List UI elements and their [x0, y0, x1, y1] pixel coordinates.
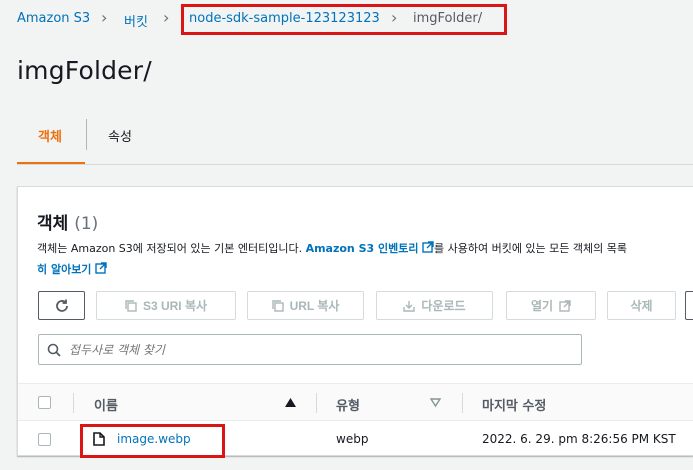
- column-header-type[interactable]: 유형: [336, 395, 360, 414]
- tab-bar: 객체 속성: [17, 119, 693, 165]
- chevron-right-icon: ›: [101, 8, 108, 27]
- refresh-button[interactable]: [38, 291, 85, 320]
- delete-button[interactable]: 삭제: [607, 291, 676, 320]
- copy-icon: [125, 299, 137, 312]
- copy-s3-uri-button[interactable]: S3 URI 복사: [96, 291, 236, 320]
- objects-count: (1): [74, 214, 99, 234]
- chevron-right-icon: ›: [391, 8, 398, 27]
- breadcrumb-buckets[interactable]: 버킷: [124, 11, 148, 30]
- select-all-checkbox[interactable]: [38, 396, 51, 409]
- copy-icon: [271, 299, 284, 312]
- column-divider: [316, 393, 317, 413]
- column-header-name[interactable]: 이름: [94, 395, 118, 414]
- objects-heading: 객체 (1): [37, 209, 98, 234]
- delete-label: 삭제: [630, 299, 653, 313]
- object-last-modified: 2022. 6. 29. pm 8:26:56 PM KST: [482, 432, 676, 446]
- download-label: 다운로드: [421, 299, 466, 313]
- objects-panel: 객체 (1) 객체는 Amazon S3에 저장되어 있는 기본 엔터티입니다.…: [17, 186, 693, 458]
- learn-more-link[interactable]: 히 알아보기: [37, 263, 91, 276]
- breadcrumb-current: imgFolder/: [413, 11, 483, 26]
- download-button[interactable]: 다운로드: [376, 291, 493, 320]
- table-header: 이름 유형 마지막 수정: [18, 383, 693, 421]
- refresh-icon: [55, 299, 68, 312]
- table-row: image.webp webp 2022. 6. 29. pm 8:26:56 …: [18, 421, 693, 458]
- external-link-icon: [559, 299, 571, 312]
- column-divider: [462, 393, 463, 413]
- objects-description-line2: 히 알아보기: [37, 262, 107, 278]
- row-checkbox[interactable]: [38, 433, 51, 446]
- chevron-right-icon: ›: [163, 8, 170, 27]
- file-icon: [93, 432, 105, 446]
- tab-bar-border: [17, 164, 693, 165]
- inventory-link[interactable]: Amazon S3 인벤토리: [306, 242, 419, 255]
- more-actions-button[interactable]: [685, 291, 693, 320]
- sort-icon[interactable]: [430, 398, 441, 407]
- description-suffix: 를 사용하여 버킷에 있는 모든 객체의 목록: [433, 242, 628, 255]
- objects-description: 객체는 Amazon S3에 저장되어 있는 기본 엔터티입니다. Amazon…: [37, 241, 627, 257]
- tab-divider: [86, 119, 87, 150]
- search-box: [38, 334, 582, 365]
- column-divider: [73, 393, 74, 413]
- copy-s3-uri-label: S3 URI 복사: [142, 299, 208, 313]
- external-link-icon[interactable]: [95, 262, 107, 274]
- tab-properties[interactable]: 속성: [108, 126, 132, 145]
- breadcrumb-bucket-name[interactable]: node-sdk-sample-123123123: [189, 11, 380, 26]
- sort-ascending-icon[interactable]: [285, 398, 296, 407]
- search-input[interactable]: [69, 342, 549, 357]
- description-prefix: 객체는 Amazon S3에 저장되어 있는 기본 엔터티입니다.: [37, 242, 306, 255]
- copy-url-button[interactable]: URL 복사: [247, 291, 364, 320]
- object-name-link[interactable]: image.webp: [117, 432, 191, 446]
- search-icon: [47, 343, 61, 357]
- open-button[interactable]: 열기: [506, 291, 596, 320]
- open-label: 열기: [530, 299, 554, 313]
- download-icon: [403, 300, 416, 312]
- copy-url-label: URL 복사: [289, 299, 340, 313]
- tab-objects[interactable]: 객체: [38, 126, 62, 145]
- objects-heading-label: 객체: [37, 214, 69, 234]
- page-title: imgFolder/: [17, 56, 152, 85]
- breadcrumb-amazon-s3[interactable]: Amazon S3: [17, 11, 90, 26]
- object-type: webp: [336, 432, 369, 446]
- external-link-icon[interactable]: [422, 241, 434, 253]
- column-header-last-modified[interactable]: 마지막 수정: [482, 395, 546, 414]
